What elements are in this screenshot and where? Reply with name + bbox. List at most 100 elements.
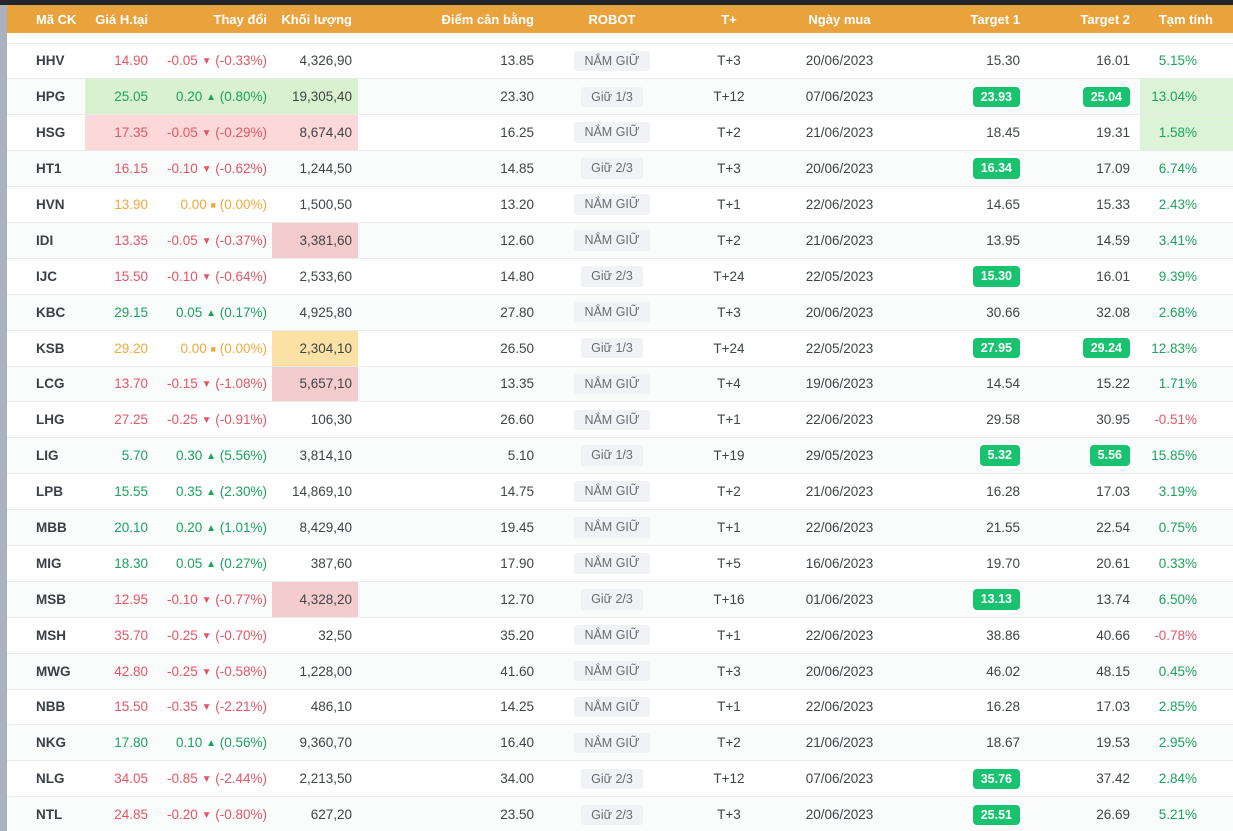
current-price-cell: 15.50: [85, 689, 160, 725]
target-reached-badge: 5.56: [1090, 445, 1130, 466]
change-value: -0.05: [167, 125, 202, 140]
balance-point-cell: 27.80: [358, 294, 538, 330]
table-row[interactable]: NKG17.800.10 ▲ (0.56%)9,360,7016.40NẮM G…: [7, 725, 1233, 761]
stock-code-cell: LCG: [7, 366, 85, 402]
robot-cell: NẮM GIỮ: [538, 115, 686, 151]
robot-cell: NẮM GIỮ: [538, 222, 686, 258]
table-row[interactable]: NTL24.85-0.20 ▼ (-0.80%)627,2023.50Giữ 2…: [7, 797, 1233, 831]
table-row[interactable]: KSB29.200.00 ■ (0.00%)2,304,1026.50Giữ 1…: [7, 330, 1233, 366]
column-header-gia-hien-tai[interactable]: Giá H.tại: [85, 5, 160, 33]
change-percent: (5.56%): [216, 448, 267, 463]
table-row[interactable]: NBB15.50-0.35 ▼ (-2.21%)486,1014.25NẮM G…: [7, 689, 1233, 725]
robot-advice-badge: NẮM GIỮ: [574, 625, 649, 646]
table-row[interactable]: MBB20.100.20 ▲ (1.01%)8,429,4019.45NẮM G…: [7, 510, 1233, 546]
column-header-robot[interactable]: ROBOT: [538, 5, 686, 33]
table-row[interactable]: HPG25.050.20 ▲ (0.80%)19,305,4023.30Giữ …: [7, 79, 1233, 115]
provisional-percent-cell: 2.43%: [1140, 187, 1233, 223]
target-2-cell: 16.01: [1027, 258, 1140, 294]
table-row[interactable]: IDI13.35-0.05 ▼ (-0.37%)3,381,6012.60NẮM…: [7, 222, 1233, 258]
column-header-t-plus[interactable]: T+: [686, 5, 772, 33]
table-row[interactable]: LCG13.70-0.15 ▼ (-1.08%)5,657,1013.35NẮM…: [7, 366, 1233, 402]
change-cell: 0.10 ▲ (0.56%): [160, 725, 272, 761]
t-plus-cell: T+3: [686, 43, 772, 79]
down-arrow-icon: ▼: [202, 415, 212, 426]
stock-code-cell: HSG: [7, 115, 85, 151]
column-header-khoi-luong[interactable]: Khối lượng: [272, 5, 358, 33]
t-plus-cell: T+24: [686, 258, 772, 294]
robot-advice-badge: NẮM GIỮ: [574, 302, 649, 323]
robot-cell: NẮM GIỮ: [538, 187, 686, 223]
column-header-thay-doi[interactable]: Thay đổi: [160, 5, 272, 33]
target-2-cell: 13.74: [1027, 581, 1140, 617]
table-row[interactable]: MSH35.70-0.25 ▼ (-0.70%)32,5035.20NẮM GI…: [7, 617, 1233, 653]
current-price-cell: 27.25: [85, 402, 160, 438]
change-value: -0.35: [167, 699, 202, 714]
robot-advice-badge: NẮM GIỮ: [574, 374, 649, 395]
column-header-ma-ck[interactable]: Mã CK: [7, 5, 85, 33]
column-header-diem-can-bang[interactable]: Điểm cân bằng: [358, 5, 538, 33]
left-scroll-strip[interactable]: [0, 5, 7, 831]
change-cell: 0.20 ▲ (1.01%): [160, 510, 272, 546]
column-header-target-2[interactable]: Target 2: [1027, 5, 1140, 33]
robot-cell: Giữ 2/3: [538, 581, 686, 617]
change-percent: (1.01%): [216, 520, 267, 535]
buy-date-cell: 22/06/2023: [772, 187, 907, 223]
current-price-cell: 42.80: [85, 653, 160, 689]
robot-cell: Giữ 2/3: [538, 797, 686, 831]
table-row[interactable]: IJC15.50-0.10 ▼ (-0.64%)2,533,6014.80Giữ…: [7, 258, 1233, 294]
buy-date-cell: 20/06/2023: [772, 294, 907, 330]
volume-cell: 486,10: [272, 689, 358, 725]
table-row[interactable]: LHG27.25-0.25 ▼ (-0.91%)106,3026.60NẮM G…: [7, 402, 1233, 438]
target-2-cell: 22.54: [1027, 510, 1140, 546]
up-arrow-icon: ▲: [206, 92, 216, 103]
column-header-tam-tinh[interactable]: Tạm tính: [1140, 5, 1233, 33]
target-2-cell: 25.04: [1027, 79, 1140, 115]
down-arrow-icon: ▼: [202, 774, 212, 785]
provisional-percent-cell: -0.51%: [1140, 402, 1233, 438]
change-value: 0.20: [176, 89, 206, 104]
volume-cell: 2,213,50: [272, 761, 358, 797]
volume-cell: 2,533,60: [272, 258, 358, 294]
robot-cell: Giữ 2/3: [538, 258, 686, 294]
t-plus-cell: T+1: [686, 187, 772, 223]
table-row[interactable]: MSB12.95-0.10 ▼ (-0.77%)4,328,2012.70Giữ…: [7, 581, 1233, 617]
table-row[interactable]: NLG34.05-0.85 ▼ (-2.44%)2,213,5034.00Giữ…: [7, 761, 1233, 797]
column-header-target-1[interactable]: Target 1: [907, 5, 1027, 33]
table-row[interactable]: MIG18.300.05 ▲ (0.27%)387,6017.90NẮM GIỮ…: [7, 545, 1233, 581]
current-price-cell: 35.70: [85, 617, 160, 653]
provisional-percent-cell: 2.68%: [1140, 294, 1233, 330]
table-row[interactable]: HT116.15-0.10 ▼ (-0.62%)1,244,5014.85Giữ…: [7, 151, 1233, 187]
table-row[interactable]: HHV14.90-0.05 ▼ (-0.33%)4,326,9013.85NẮM…: [7, 43, 1233, 79]
target-2-cell: 19.31: [1027, 115, 1140, 151]
change-value: -0.85: [167, 771, 202, 786]
table-row[interactable]: KBC29.150.05 ▲ (0.17%)4,925,8027.80NẮM G…: [7, 294, 1233, 330]
current-price-cell: 17.80: [85, 725, 160, 761]
change-cell: -0.05 ▼ (-0.29%): [160, 115, 272, 151]
provisional-percent-cell: 6.74%: [1140, 151, 1233, 187]
change-percent: (-2.21%): [211, 699, 267, 714]
change-cell: 0.00 ■ (0.00%): [160, 330, 272, 366]
robot-cell: NẮM GIỮ: [538, 510, 686, 546]
change-percent: (-0.29%): [211, 125, 267, 140]
current-price-cell: 5.70: [85, 438, 160, 474]
down-arrow-icon: ▼: [202, 128, 212, 139]
down-arrow-icon: ▼: [202, 667, 212, 678]
t-plus-cell: T+2: [686, 725, 772, 761]
robot-cell: NẮM GIỮ: [538, 402, 686, 438]
column-header-ngay-mua[interactable]: Ngày mua: [772, 5, 907, 33]
table-row[interactable]: HVN13.900.00 ■ (0.00%)1,500,5013.20NẮM G…: [7, 187, 1233, 223]
current-price-cell: 15.50: [85, 258, 160, 294]
table-row[interactable]: LIG5.700.30 ▲ (5.56%)3,814,105.10Giữ 1/3…: [7, 438, 1233, 474]
stock-code-cell: LPB: [7, 474, 85, 510]
robot-advice-badge: NẮM GIỮ: [574, 122, 649, 143]
t-plus-cell: T+3: [686, 653, 772, 689]
change-value: 0.20: [176, 520, 206, 535]
volume-cell: 1,244,50: [272, 151, 358, 187]
volume-cell: 8,674,40: [272, 115, 358, 151]
change-cell: 0.35 ▲ (2.30%): [160, 474, 272, 510]
table-row[interactable]: LPB15.550.35 ▲ (2.30%)14,869,1014.75NẮM …: [7, 474, 1233, 510]
table-row[interactable]: HSG17.35-0.05 ▼ (-0.29%)8,674,4016.25NẮM…: [7, 115, 1233, 151]
target-2-cell: 16.01: [1027, 43, 1140, 79]
table-row[interactable]: MWG42.80-0.25 ▼ (-0.58%)1,228,0041.60NẮM…: [7, 653, 1233, 689]
change-value: 0.05: [176, 556, 206, 571]
